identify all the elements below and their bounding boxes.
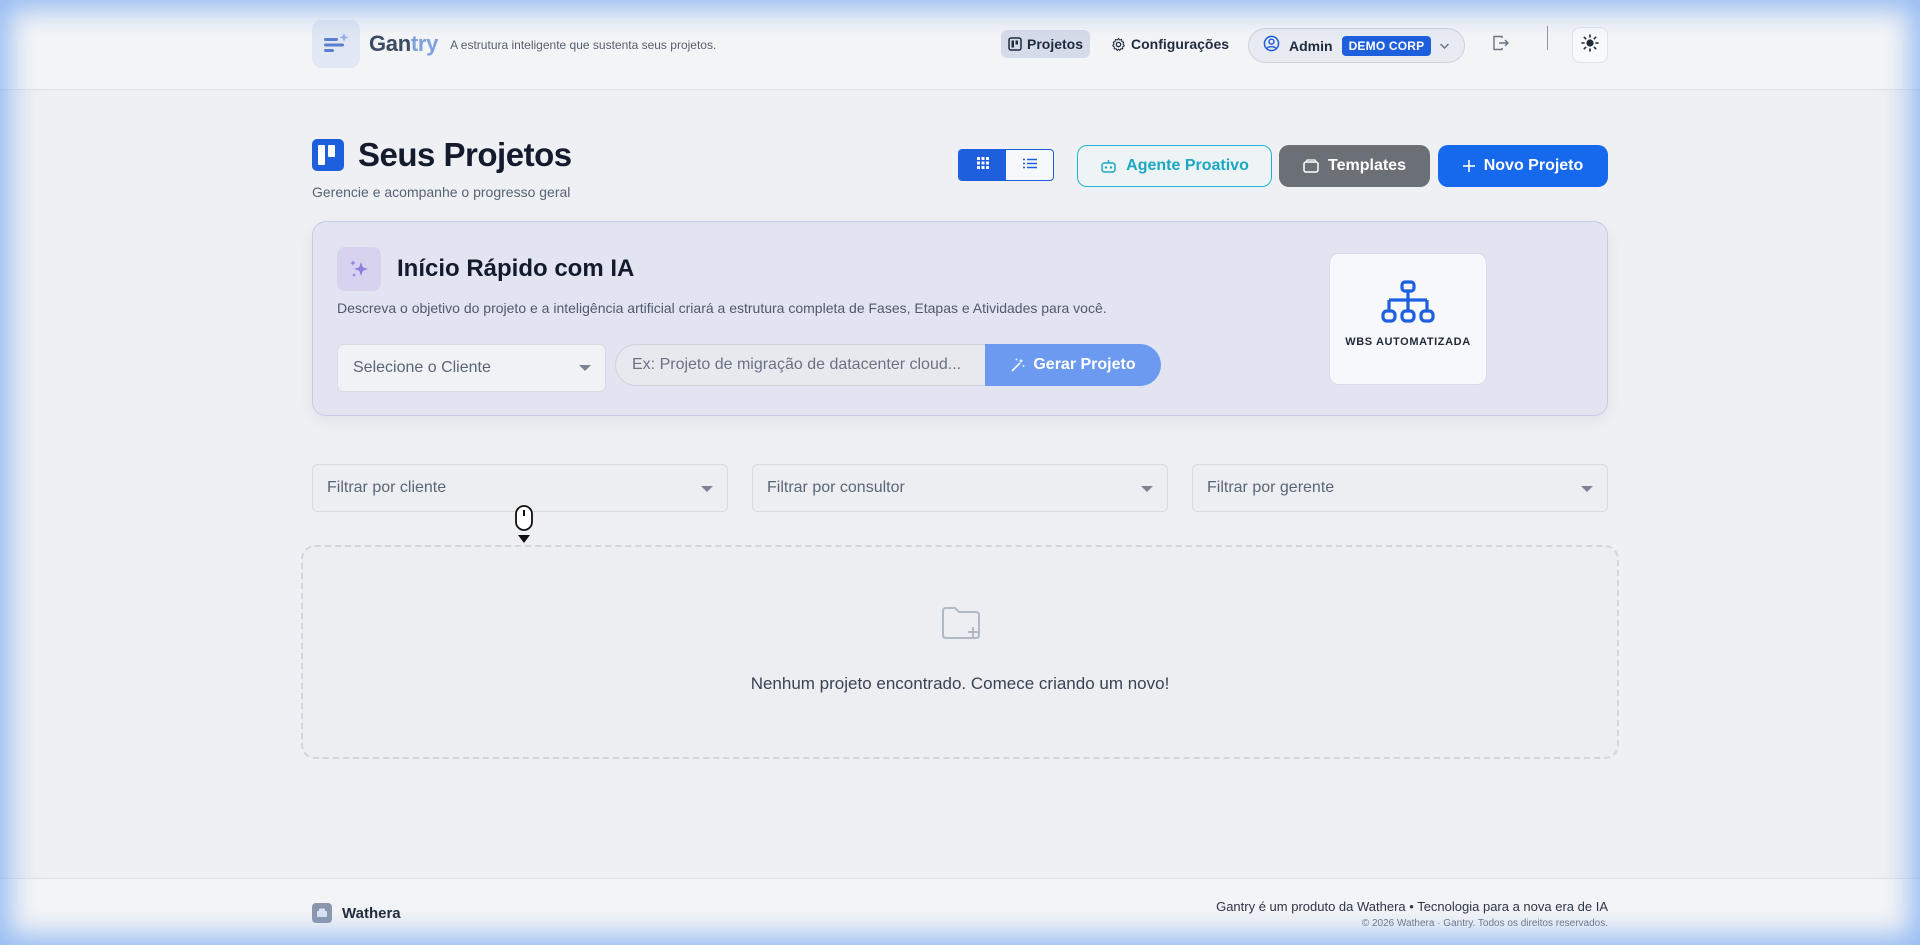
ai-quickstart-title: Início Rápido com IA <box>397 255 635 282</box>
magic-wand-icon <box>1010 358 1025 373</box>
filter-manager-value: Filtrar por gerente <box>1207 479 1335 496</box>
nav-projects[interactable]: Projetos <box>1001 30 1091 58</box>
templates-label: Templates <box>1328 157 1406 174</box>
plus-icon <box>1462 160 1475 172</box>
grid-view-button[interactable] <box>959 150 1006 180</box>
list-view-button[interactable] <box>1006 150 1053 180</box>
brand[interactable]: Gantry A estrutura inteligente que suste… <box>312 20 716 68</box>
sparkles-icon <box>337 247 381 291</box>
user-circle-icon <box>1263 35 1280 57</box>
nav-projects-label: Projetos <box>1027 36 1084 52</box>
page-subtitle: Gerencie e acompanhe o progresso geral <box>312 184 571 200</box>
proactive-agent-label: Agente Proativo <box>1126 157 1249 174</box>
ai-quickstart-description: Descreva o objetivo do projeto e a intel… <box>337 300 1107 316</box>
sun-icon <box>1581 33 1599 57</box>
footer-copyright: © 2026 Wathera · Gantry. Todos os direit… <box>1361 918 1608 929</box>
filter-client-value: Filtrar por cliente <box>327 479 447 496</box>
templates-button[interactable]: Templates <box>1279 145 1430 187</box>
mouse-cursor-icon <box>513 505 535 550</box>
hierarchy-icon <box>1381 280 1435 323</box>
page-title: Seus Projetos <box>358 136 572 173</box>
footer-brand[interactable]: Wathera <box>312 903 401 923</box>
brand-name: Gantry <box>369 31 439 56</box>
kanban-board-icon <box>312 139 344 171</box>
dropdown-caret-icon <box>1141 486 1153 492</box>
top-bar: Gantry A estrutura inteligente que suste… <box>0 0 1920 90</box>
wathera-logo-icon <box>312 903 332 923</box>
folder-plus-icon <box>941 605 983 646</box>
client-select[interactable]: Selecione o Cliente <box>337 344 606 392</box>
kanban-icon <box>1008 37 1022 51</box>
nav-settings-label: Configurações <box>1131 36 1230 52</box>
ai-quickstart-card: Início Rápido com IA Descreva o objetivo… <box>312 221 1608 416</box>
wbs-feature-card: WBS AUTOMATIZADA <box>1329 253 1487 385</box>
view-mode-toggle <box>958 149 1054 181</box>
generate-project-label: Gerar Projeto <box>1033 356 1136 373</box>
header-divider <box>1547 26 1548 50</box>
filter-consultant-value: Filtrar por consultor <box>767 479 905 496</box>
list-icon <box>1022 156 1037 174</box>
footer-tagline: Gantry é um produto da Wathera • Tecnolo… <box>1216 899 1608 914</box>
chevron-down-icon <box>1439 42 1450 50</box>
filter-consultant[interactable]: Filtrar por consultor <box>752 464 1168 512</box>
footer-brand-name: Wathera <box>342 904 401 922</box>
logout-icon[interactable] <box>1492 35 1510 56</box>
new-project-label: Novo Projeto <box>1483 157 1584 174</box>
nav-settings[interactable]: Configurações <box>1111 30 1229 58</box>
project-prompt-placeholder: Ex: Projeto de migração de datacenter cl… <box>632 356 962 373</box>
grid-icon <box>976 156 989 174</box>
proactive-agent-button[interactable]: Agente Proativo <box>1077 145 1272 187</box>
company-badge: DEMO CORP <box>1341 35 1432 56</box>
filter-manager[interactable]: Filtrar por gerente <box>1192 464 1608 512</box>
generate-project-button[interactable]: Gerar Projeto <box>985 344 1161 386</box>
new-project-button[interactable]: Novo Projeto <box>1438 145 1608 187</box>
gantry-logo-icon <box>312 20 360 68</box>
empty-projects-state: Nenhum projeto encontrado. Comece criand… <box>301 545 1619 759</box>
user-menu[interactable]: Admin DEMO CORP <box>1248 28 1465 63</box>
dropdown-caret-icon <box>1581 486 1593 492</box>
brand-tagline: A estrutura inteligente que sustenta seu… <box>450 38 717 52</box>
gear-icon <box>1111 37 1126 52</box>
template-box-icon <box>1303 159 1319 173</box>
project-prompt-group: Ex: Projeto de migração de datacenter cl… <box>615 344 1161 386</box>
user-name: Admin <box>1289 37 1333 54</box>
wbs-label: WBS AUTOMATIZADA <box>1345 336 1471 348</box>
robot-icon <box>1100 159 1117 174</box>
page-header: Seus Projetos Gerencie e acompanhe o pro… <box>312 136 572 200</box>
empty-state-message: Nenhum projeto encontrado. Comece criand… <box>750 674 1170 693</box>
dropdown-caret-icon <box>579 365 591 371</box>
client-select-value: Selecione o Cliente <box>353 359 491 376</box>
theme-toggle-button[interactable] <box>1572 27 1608 63</box>
project-prompt-input[interactable]: Ex: Projeto de migração de datacenter cl… <box>615 344 985 386</box>
footer: Wathera Gantry é um produto da Wathera •… <box>0 878 1920 945</box>
dropdown-caret-icon <box>701 486 713 492</box>
